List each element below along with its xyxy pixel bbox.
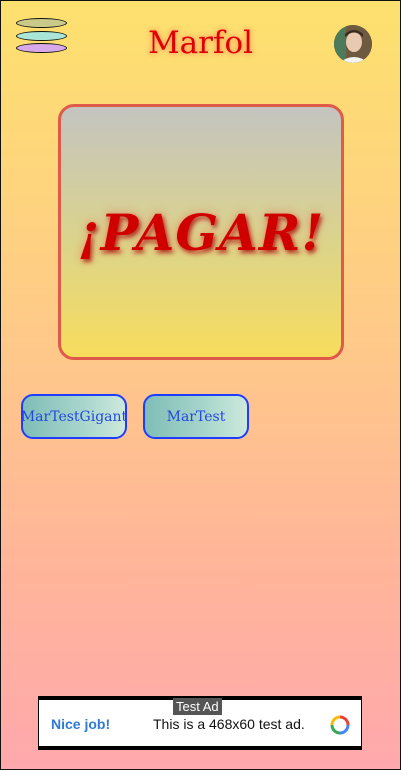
app-screen: Marfol ¡PAGAR! MarTestGigant MarTest Tes… — [0, 0, 401, 770]
user-avatar-icon — [334, 25, 372, 63]
ad-choices-icon[interactable] — [329, 714, 351, 736]
ad-banner[interactable]: Test Ad Nice job! This is a 468x60 test … — [38, 696, 362, 750]
martestgigant-button[interactable]: MarTestGigant — [21, 394, 127, 439]
pay-label: ¡PAGAR! — [77, 202, 325, 262]
ad-label: Test Ad — [173, 698, 222, 715]
avatar[interactable] — [334, 25, 372, 63]
ad-cta[interactable]: Nice job! — [51, 716, 110, 732]
martest-button[interactable]: MarTest — [143, 394, 249, 439]
pay-button[interactable]: ¡PAGAR! — [58, 104, 344, 360]
ad-text: This is a 468x60 test ad. — [153, 716, 305, 732]
